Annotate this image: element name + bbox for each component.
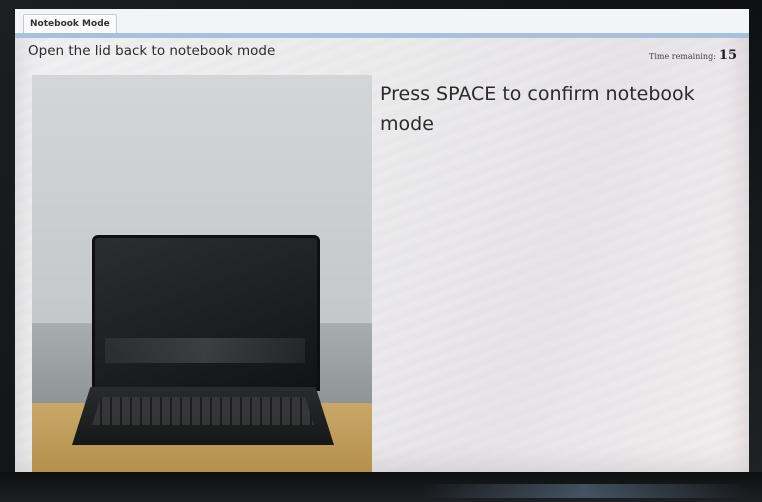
tab-notebook-mode[interactable]: Notebook Mode xyxy=(23,14,117,34)
bezel-reflection xyxy=(420,484,750,498)
time-remaining-value: 15 xyxy=(718,48,737,63)
confirm-prompt: Press SPACE to confirm notebook mode xyxy=(380,83,695,135)
header-row: Open the lid back to notebook mode Time … xyxy=(15,38,749,64)
photo-frame: Notebook Mode Open the lid back to noteb… xyxy=(0,0,762,502)
laptop-lid xyxy=(92,235,320,391)
time-remaining-label: Time remaining: xyxy=(648,52,716,61)
laptop-keyboard xyxy=(92,397,314,425)
time-remaining: Time remaining: 15 xyxy=(649,44,737,63)
bottom-bezel xyxy=(0,472,762,502)
screen-glare xyxy=(105,338,305,363)
screen: Notebook Mode Open the lid back to noteb… xyxy=(15,9,749,472)
instruction-text: Open the lid back to notebook mode xyxy=(28,43,276,59)
laptop-photo xyxy=(32,75,372,472)
tab-bar: Notebook Mode xyxy=(15,9,749,34)
